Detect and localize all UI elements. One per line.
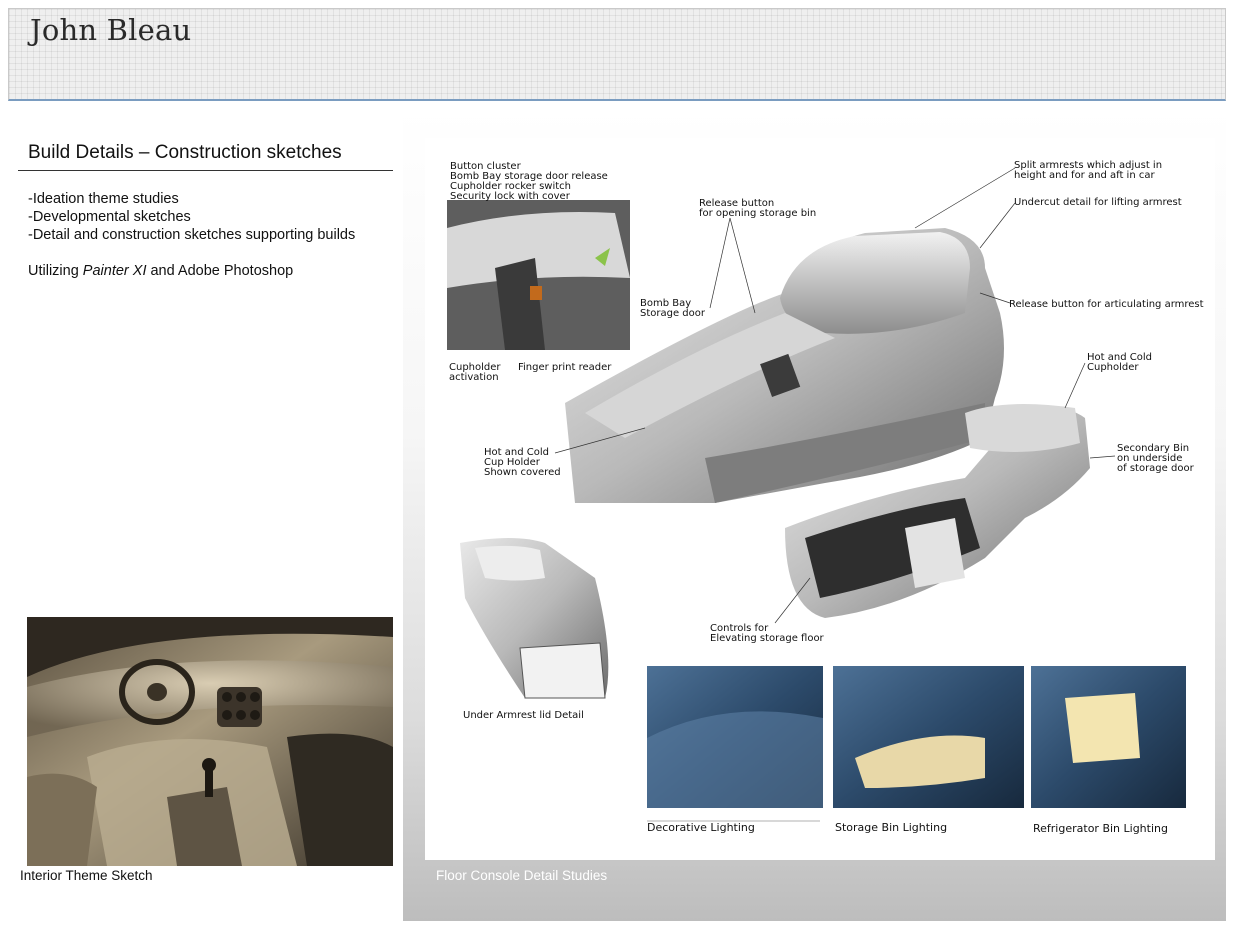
annotation-undercut-detail: Undercut detail for lifting armrest — [1014, 197, 1182, 208]
annotation-controls-storage-floor: Controls for Elevating storage floor — [710, 623, 824, 644]
annotation-under-armrest: Under Armrest lid Detail — [463, 710, 584, 721]
page-title: John Bleau — [30, 13, 192, 47]
console-detail-sheet: Button cluster Bomb Bay storage door rel… — [425, 138, 1215, 860]
tools-line: Utilizing Painter XI and Adobe Photoshop — [28, 263, 293, 279]
section-title: Build Details – Construction sketches — [28, 142, 342, 163]
bullet-item: -Ideation theme studies — [28, 191, 179, 207]
annotation-hot-cold-covered: Hot and Cold Cup Holder Shown covered — [484, 447, 561, 478]
thumbnail-label-storage-bin: Storage Bin Lighting — [835, 821, 948, 834]
interior-theme-sketch-image — [27, 617, 393, 866]
thumbnail-label-decorative: Decorative Lighting — [647, 821, 755, 834]
annotation-finger-print-reader: Finger print reader — [518, 362, 612, 373]
annotation-hot-cold-cupholder: Hot and Cold Cupholder — [1087, 352, 1152, 373]
annotation-release-articulating: Release button for articulating armrest — [1009, 299, 1204, 310]
header-banner: John Bleau — [8, 8, 1226, 101]
bullet-item: -Detail and construction sketches suppor… — [28, 227, 356, 243]
console-sheet-caption: Floor Console Detail Studies — [436, 868, 608, 883]
interior-sketch-caption: Interior Theme Sketch — [20, 868, 153, 883]
bullet-list: -Ideation theme studies -Developmental s… — [28, 190, 355, 244]
annotation-button-cluster: Button cluster Bomb Bay storage door rel… — [450, 161, 608, 202]
annotation-cupholder-activation: Cupholder activation — [449, 362, 501, 383]
annotation-split-armrests: Split armrests which adjust in height an… — [1014, 160, 1163, 181]
storage-bin-lighting-thumbnail — [833, 666, 1024, 808]
title-divider — [18, 170, 393, 171]
tools-suffix: and Adobe Photoshop — [146, 263, 294, 279]
thumbnail-label-refrigerator: Refrigerator Bin Lighting — [1033, 822, 1168, 835]
annotation-bomb-bay-door: Bomb Bay Storage door — [640, 298, 705, 319]
annotation-secondary-bin: Secondary Bin on underside of storage do… — [1117, 443, 1194, 474]
annotation-release-storage-bin: Release button for opening storage bin — [699, 198, 817, 219]
tools-prefix: Utilizing — [28, 263, 83, 279]
tools-emphasis: Painter XI — [82, 263, 147, 279]
bullet-item: -Developmental sketches — [28, 209, 191, 225]
console-sketch-drawing — [447, 167, 1186, 822]
